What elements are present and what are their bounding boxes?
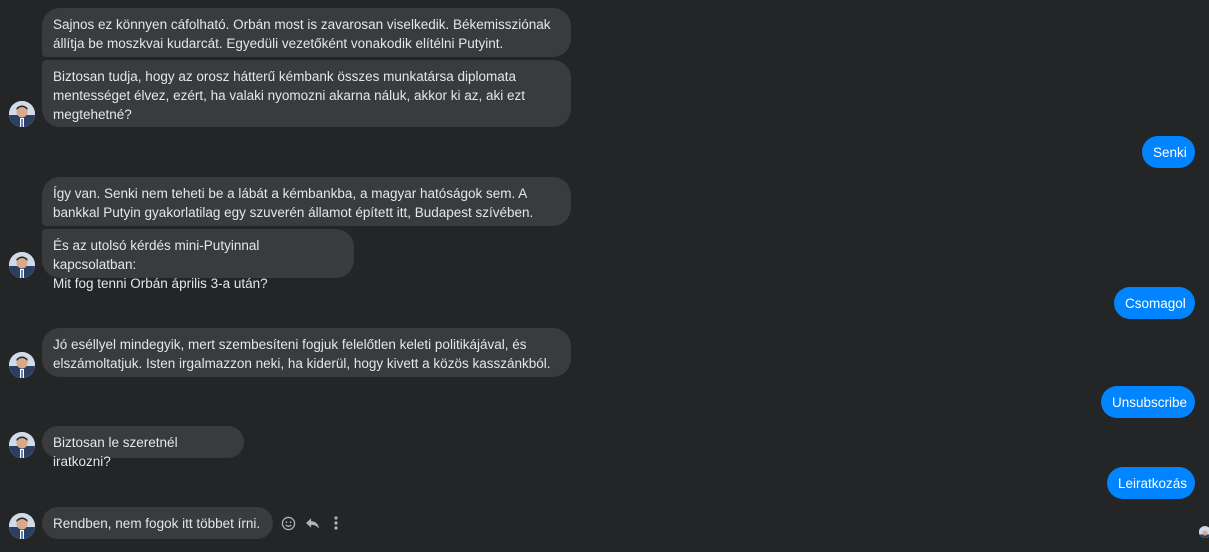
- avatar[interactable]: [9, 513, 35, 539]
- avatar-image: [9, 513, 35, 539]
- seen-indicator-avatar: [1199, 526, 1209, 538]
- incoming-message[interactable]: Sajnos ez könnyen cáfolható. Orbán most …: [42, 8, 571, 57]
- outgoing-message[interactable]: Leiratkozás: [1107, 467, 1195, 499]
- incoming-message[interactable]: Így van. Senki nem teheti be a lábát a k…: [42, 177, 571, 226]
- reply-icon[interactable]: [303, 514, 321, 532]
- incoming-message[interactable]: Biztosan le szeretnél iratkozni?: [42, 426, 244, 469]
- avatar[interactable]: [9, 432, 35, 458]
- message-actions: [279, 512, 345, 534]
- avatar[interactable]: [9, 352, 35, 378]
- incoming-message[interactable]: Biztosan tudja, hogy az orosz hátterű ké…: [42, 60, 571, 127]
- avatar-image: [9, 352, 35, 378]
- outgoing-message[interactable]: Unsubscribe: [1101, 386, 1195, 418]
- avatar[interactable]: [9, 101, 35, 127]
- outgoing-message[interactable]: Senki: [1142, 136, 1195, 168]
- outgoing-message[interactable]: Csomagol: [1114, 287, 1195, 319]
- avatar-image: [9, 252, 35, 278]
- incoming-message[interactable]: És az utolsó kérdés mini-Putyinnal kapcs…: [42, 229, 354, 291]
- more-vertical-icon[interactable]: [327, 514, 345, 532]
- avatar-image: [9, 432, 35, 458]
- incoming-message[interactable]: Jó eséllyel mindegyik, mert szembesíteni…: [42, 328, 571, 377]
- incoming-message[interactable]: Rendben, nem fogok itt többet írni.: [42, 507, 273, 539]
- avatar-image: [9, 101, 35, 127]
- smile-icon[interactable]: [279, 514, 297, 532]
- avatar[interactable]: [9, 252, 35, 278]
